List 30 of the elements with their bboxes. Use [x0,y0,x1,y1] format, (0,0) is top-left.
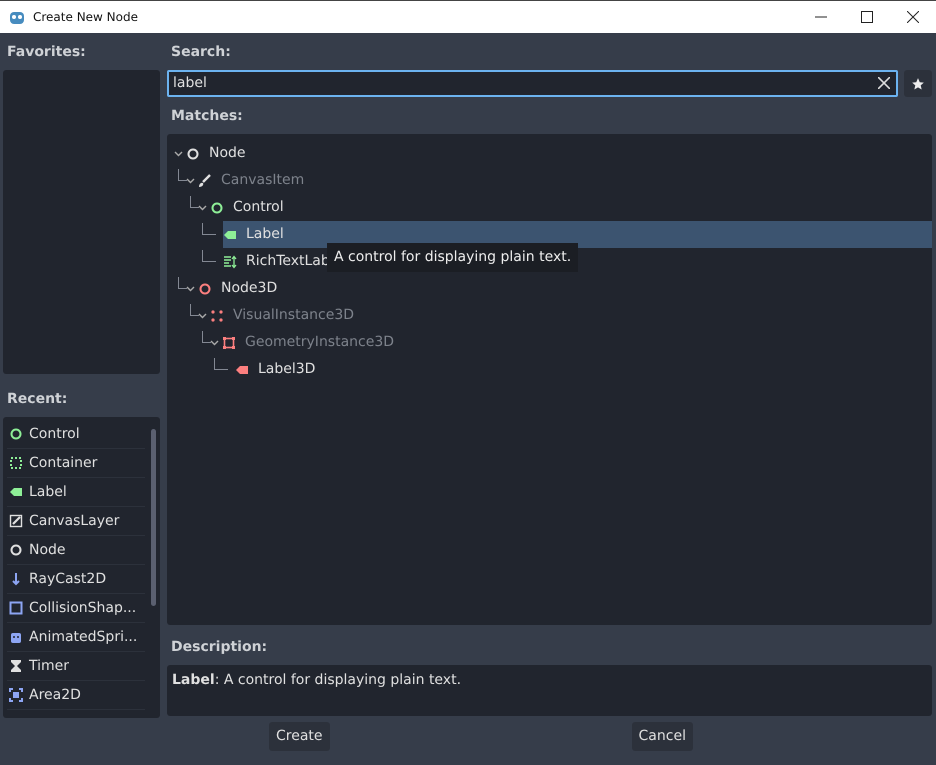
search-field[interactable]: label [167,70,898,97]
description-text: Label: A control for displaying plain text. [172,672,462,688]
clear-icon[interactable] [878,77,890,89]
recent-item[interactable]: Node [7,536,145,565]
tooltip: A control for displaying plain text. [327,243,578,272]
recent-item[interactable]: Label [7,478,145,507]
favorite-button[interactable] [904,70,932,97]
recent-label: Recent: [7,390,68,408]
dialog-button[interactable]: Create [269,722,330,750]
scrollbar[interactable] [151,429,156,606]
tree-item[interactable]: Node3D [198,275,282,302]
window-title: Create New Node [33,9,138,26]
description-label: Description: [171,638,268,657]
recent-item[interactable]: Container [7,449,145,478]
recent-item[interactable]: RayCast2D [7,565,145,594]
recent-item[interactable]: AnimatedSpri... [7,623,145,652]
close-icon[interactable] [907,11,919,23]
recent-item[interactable]: Area2D [7,681,145,710]
star-icon [911,76,925,90]
recent-item[interactable]: CanvasLayer [7,507,145,536]
search-label: Search: [171,42,231,62]
tree-item[interactable]: Node [186,140,250,167]
matches-label: Matches: [171,106,243,126]
app-logo-icon [9,9,25,25]
favorites-label: Favorites: [7,42,86,62]
recent-item[interactable]: Timer [7,652,145,681]
dialog-button[interactable]: Cancel [632,722,693,750]
recent-item[interactable]: Control [7,420,145,449]
maximize-icon[interactable] [861,11,873,23]
recent-item[interactable]: CollisionShap... [7,594,145,623]
